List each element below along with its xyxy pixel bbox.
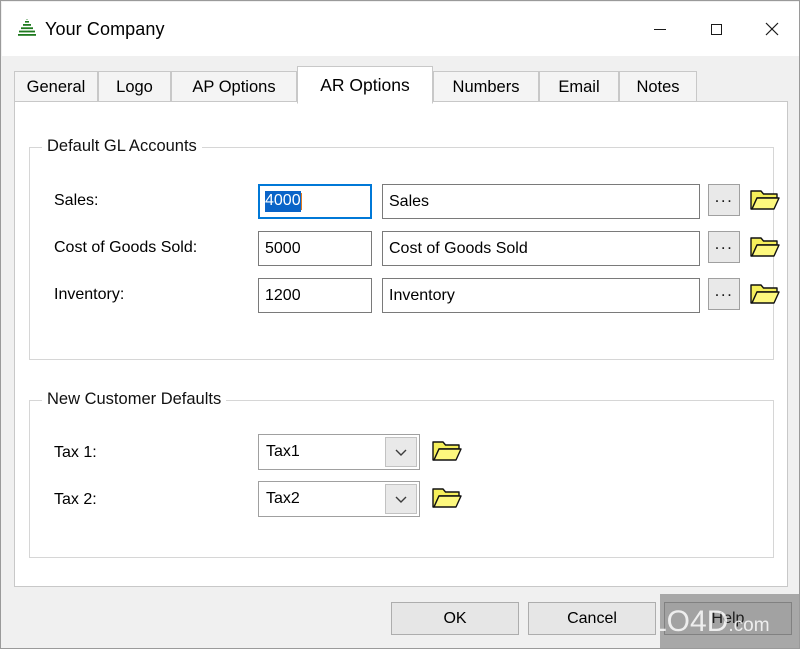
tax1-combobox[interactable]: Tax1: [258, 434, 420, 470]
tab-ap-options[interactable]: AP Options: [171, 71, 297, 103]
tax2-label: Tax 2:: [54, 491, 97, 508]
tab-general[interactable]: General: [14, 71, 98, 103]
tab-ar-options[interactable]: AR Options: [297, 66, 433, 104]
sales-account-code-value: 4000: [265, 191, 301, 212]
tab-notes[interactable]: Notes: [619, 71, 697, 103]
company-settings-window: Your Company General Logo AP Options AR …: [0, 0, 800, 649]
tax1-open-folder-button[interactable]: [430, 434, 464, 468]
new-customer-defaults-group: New Customer Defaults Tax 1: Tax1 Tax 2:…: [29, 390, 774, 558]
inventory-open-folder-button[interactable]: [748, 277, 782, 311]
window-controls: [632, 2, 799, 56]
tax1-combobox-value: Tax1: [266, 443, 300, 460]
close-button[interactable]: [744, 2, 799, 56]
inventory-account-code-input[interactable]: 1200: [258, 278, 372, 313]
cancel-button[interactable]: Cancel: [528, 602, 656, 635]
cogs-account-name-input[interactable]: Cost of Goods Sold: [382, 231, 700, 266]
cogs-open-folder-button[interactable]: [748, 230, 782, 264]
default-gl-accounts-title: Default GL Accounts: [42, 137, 202, 156]
chevron-down-icon[interactable]: [385, 484, 417, 514]
tab-strip: General Logo AP Options AR Options Numbe…: [14, 66, 788, 104]
inventory-browse-button[interactable]: ...: [708, 278, 740, 310]
cogs-label: Cost of Goods Sold:: [54, 239, 198, 256]
cogs-account-code-input[interactable]: 5000: [258, 231, 372, 266]
tab-logo[interactable]: Logo: [98, 71, 171, 103]
sales-label: Sales:: [54, 192, 99, 209]
cogs-browse-button[interactable]: ...: [708, 231, 740, 263]
tax2-open-folder-button[interactable]: [430, 481, 464, 515]
chevron-down-icon[interactable]: [385, 437, 417, 467]
default-gl-accounts-group: Default GL Accounts Sales: 4000 Sales ..…: [29, 137, 780, 360]
maximize-button[interactable]: [688, 2, 744, 56]
tax1-label: Tax 1:: [54, 444, 97, 461]
tab-numbers[interactable]: Numbers: [433, 71, 539, 103]
sales-account-code-input[interactable]: 4000: [258, 184, 372, 219]
tax2-combobox[interactable]: Tax2: [258, 481, 420, 517]
text-caret: [300, 193, 302, 210]
ok-button[interactable]: OK: [391, 602, 519, 635]
ar-options-panel: Default GL Accounts Sales: 4000 Sales ..…: [14, 101, 788, 587]
tax2-combobox-value: Tax2: [266, 490, 300, 507]
inventory-account-name-input[interactable]: Inventory: [382, 278, 700, 313]
tab-email[interactable]: Email: [539, 71, 619, 103]
title-bar: Your Company: [2, 2, 799, 56]
title-bar-left: Your Company: [2, 19, 632, 40]
inventory-label: Inventory:: [54, 286, 125, 303]
help-button[interactable]: Help: [664, 602, 792, 635]
sales-open-folder-button[interactable]: [748, 183, 782, 217]
layers-stack-icon: [17, 19, 37, 39]
sales-browse-button[interactable]: ...: [708, 184, 740, 216]
new-customer-defaults-title: New Customer Defaults: [42, 390, 227, 409]
window-title: Your Company: [45, 18, 165, 39]
sales-account-name-input[interactable]: Sales: [382, 184, 700, 219]
minimize-button[interactable]: [632, 2, 688, 56]
